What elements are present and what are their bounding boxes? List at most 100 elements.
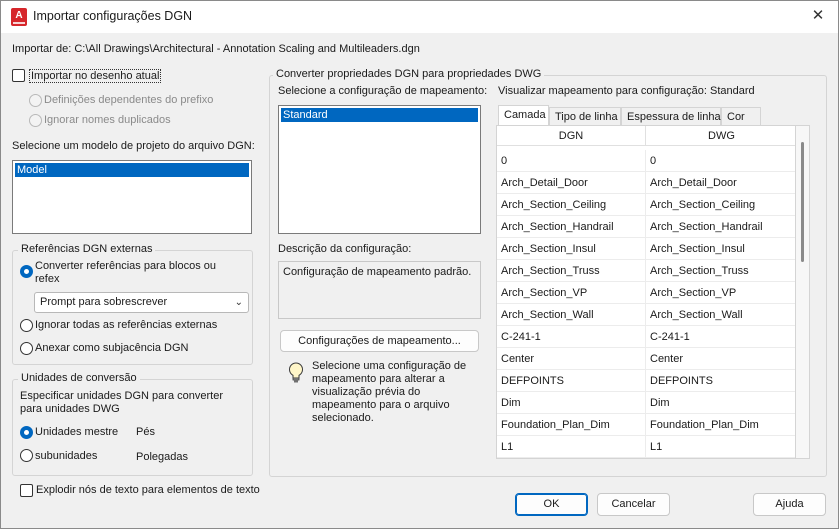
cell-dgn: Arch_Section_Ceiling xyxy=(497,194,646,216)
table-row[interactable]: C-241-1 C-241-1 xyxy=(497,326,795,348)
chevron-down-icon: ⌄ xyxy=(234,297,243,308)
xref-ignore-radio[interactable] xyxy=(20,319,33,332)
template-listbox[interactable]: Model xyxy=(12,160,252,234)
cell-dgn: Arch_Section_Insul xyxy=(497,238,646,260)
tab-lineweight[interactable]: Espessura de linha xyxy=(621,107,721,126)
cell-dwg: Arch_Section_Insul xyxy=(650,243,745,255)
config-item-standard[interactable]: Standard xyxy=(281,108,478,122)
mapping-settings-button[interactable]: Configurações de mapeamento... xyxy=(280,330,479,352)
cell-dwg: Arch_Section_Ceiling xyxy=(650,199,756,211)
convert-properties-title: Converter propriedades DGN para propried… xyxy=(273,68,545,80)
xref-convert-radio[interactable] xyxy=(20,265,33,278)
close-icon: ✕ xyxy=(811,7,825,24)
master-units-label: Unidades mestre xyxy=(35,426,119,438)
explode-text-label: Explodir nós de texto para elementos de … xyxy=(36,484,260,496)
autocad-app-icon: A xyxy=(11,8,27,26)
table-row[interactable]: Arch_Section_Ceiling Arch_Section_Ceiling xyxy=(497,194,795,216)
config-description-box: Configuração de mapeamento padrão. xyxy=(278,261,481,319)
table-row[interactable]: DEFPOINTS DEFPOINTS xyxy=(497,370,795,392)
xref-ignore-label: Ignorar todas as referências externas xyxy=(35,319,218,331)
close-button[interactable]: ✕ xyxy=(804,3,832,29)
cell-dwg: Arch_Section_VP xyxy=(650,287,737,299)
cell-dwg: L1 xyxy=(650,441,663,453)
mapping-hint-text: Selecione uma configuração de mapeamento… xyxy=(312,360,467,424)
import-from-path: Importar de: C:\All Drawings\Architectur… xyxy=(12,43,420,55)
dialog-window: A Importar configurações DGN ✕ Importar … xyxy=(0,0,839,529)
grid-header: DGN DWG xyxy=(497,126,795,146)
import-current-label[interactable]: Importar no desenho atual xyxy=(29,69,162,83)
prefix-dependent-radio[interactable] xyxy=(29,94,42,107)
cell-dwg: Dim xyxy=(650,397,670,409)
cell-dgn: Arch_Section_VP xyxy=(497,282,646,304)
ignore-duplicates-radio[interactable] xyxy=(29,114,42,127)
xref-attach-radio[interactable] xyxy=(20,342,33,355)
tab-linetype[interactable]: Tipo de linha xyxy=(549,107,621,126)
column-header-dwg[interactable]: DWG xyxy=(646,126,795,146)
config-description-label: Descrição da configuração: xyxy=(278,243,412,255)
cell-dwg: C-241-1 xyxy=(650,331,690,343)
prefix-dependent-label: Definições dependentes do prefixo xyxy=(44,94,214,106)
scrollbar-thumb[interactable] xyxy=(801,142,804,262)
xref-group-title: Referências DGN externas xyxy=(18,243,156,255)
import-current-checkbox[interactable] xyxy=(12,69,25,82)
cell-dgn: DEFPOINTS xyxy=(497,370,646,392)
sub-units-value: Polegadas xyxy=(136,451,188,463)
cell-dwg: Arch_Section_Truss xyxy=(650,265,749,277)
template-label: Selecione um modelo de projeto do arquiv… xyxy=(12,140,255,152)
ok-button[interactable]: OK xyxy=(515,493,588,516)
cell-dgn: Arch_Section_Wall xyxy=(497,304,646,326)
cell-dwg: Foundation_Plan_Dim xyxy=(650,419,759,431)
units-description: Especificar unidades DGN para converter … xyxy=(20,390,223,415)
mapping-preview-grid[interactable]: DGN DWG 00 Arch_Detail_Door Arch_Detail_D… xyxy=(496,125,796,459)
table-row[interactable]: Foundation_Plan_Dim Foundation_Plan_Dim xyxy=(497,414,795,436)
table-row[interactable]: Arch_Section_Wall Arch_Section_Wall xyxy=(497,304,795,326)
table-row[interactable]: Arch_Section_Insul Arch_Section_Insul xyxy=(497,238,795,260)
cell-dgn: C-241-1 xyxy=(497,326,646,348)
dialog-title: Importar configurações DGN xyxy=(33,9,193,23)
title-bar: A Importar configurações DGN ✕ xyxy=(1,1,838,33)
sub-units-label: subunidades xyxy=(35,450,98,462)
master-units-radio[interactable] xyxy=(20,426,33,439)
xref-convert-label: Converter referências para blocos ou ref… xyxy=(35,260,216,285)
cell-dgn: Dim xyxy=(497,392,646,414)
xref-overwrite-combo[interactable]: Prompt para sobrescrever ⌄ xyxy=(34,292,249,313)
lightbulb-icon xyxy=(289,362,303,383)
cell-dwg: Center xyxy=(650,353,684,365)
cancel-button[interactable]: Cancelar xyxy=(597,493,670,516)
table-row[interactable]: 00 xyxy=(497,150,795,172)
cell-dwg: Arch_Detail_Door xyxy=(650,177,737,189)
cell-dgn: 0 xyxy=(497,150,646,172)
cell-dwg: Arch_Section_Handrail xyxy=(650,221,763,233)
column-header-dgn[interactable]: DGN xyxy=(497,126,646,146)
select-config-label: Selecione a configuração de mapeamento: xyxy=(278,85,488,97)
table-row[interactable]: Arch_Section_VP Arch_Section_VP xyxy=(497,282,795,304)
cell-dgn: Arch_Section_Handrail xyxy=(497,216,646,238)
ignore-duplicates-label: Ignorar nomes duplicados xyxy=(44,114,171,126)
table-row[interactable]: L1 L1 xyxy=(497,436,795,458)
tab-color[interactable]: Cor xyxy=(721,107,761,126)
master-units-value: Pés xyxy=(136,426,155,438)
table-row[interactable]: Dim Dim xyxy=(497,392,795,414)
table-row[interactable]: Arch_Section_Handrail Arch_Section_Handra… xyxy=(497,216,795,238)
table-row[interactable]: Center Center xyxy=(497,348,795,370)
xref-combo-value: Prompt para sobrescrever xyxy=(40,296,168,308)
cell-dgn: Foundation_Plan_Dim xyxy=(497,414,646,436)
template-item-model[interactable]: Model xyxy=(15,163,249,177)
table-row[interactable]: Arch_Detail_Door Arch_Detail_Door xyxy=(497,172,795,194)
help-button[interactable]: Ajuda xyxy=(753,493,826,516)
grid-scrollbar[interactable] xyxy=(796,125,810,459)
tab-layer[interactable]: Camada xyxy=(498,105,549,126)
cell-dgn: Arch_Section_Truss xyxy=(497,260,646,282)
cell-dwg: DEFPOINTS xyxy=(650,375,713,387)
cell-dwg: Arch_Section_Wall xyxy=(650,309,743,321)
cell-dgn: Arch_Detail_Door xyxy=(497,172,646,194)
mapping-config-listbox[interactable]: Standard xyxy=(278,105,481,234)
preview-label: Visualizar mapeamento para configuração:… xyxy=(498,85,755,97)
xref-attach-label: Anexar como subjacência DGN xyxy=(35,342,189,354)
cell-dwg: 0 xyxy=(650,155,657,167)
table-row[interactable]: Arch_Section_Truss Arch_Section_Truss xyxy=(497,260,795,282)
sub-units-radio[interactable] xyxy=(20,449,33,462)
config-description-text: Configuração de mapeamento padrão. xyxy=(283,266,472,278)
cell-dgn: Center xyxy=(497,348,646,370)
explode-text-checkbox[interactable] xyxy=(20,484,33,497)
